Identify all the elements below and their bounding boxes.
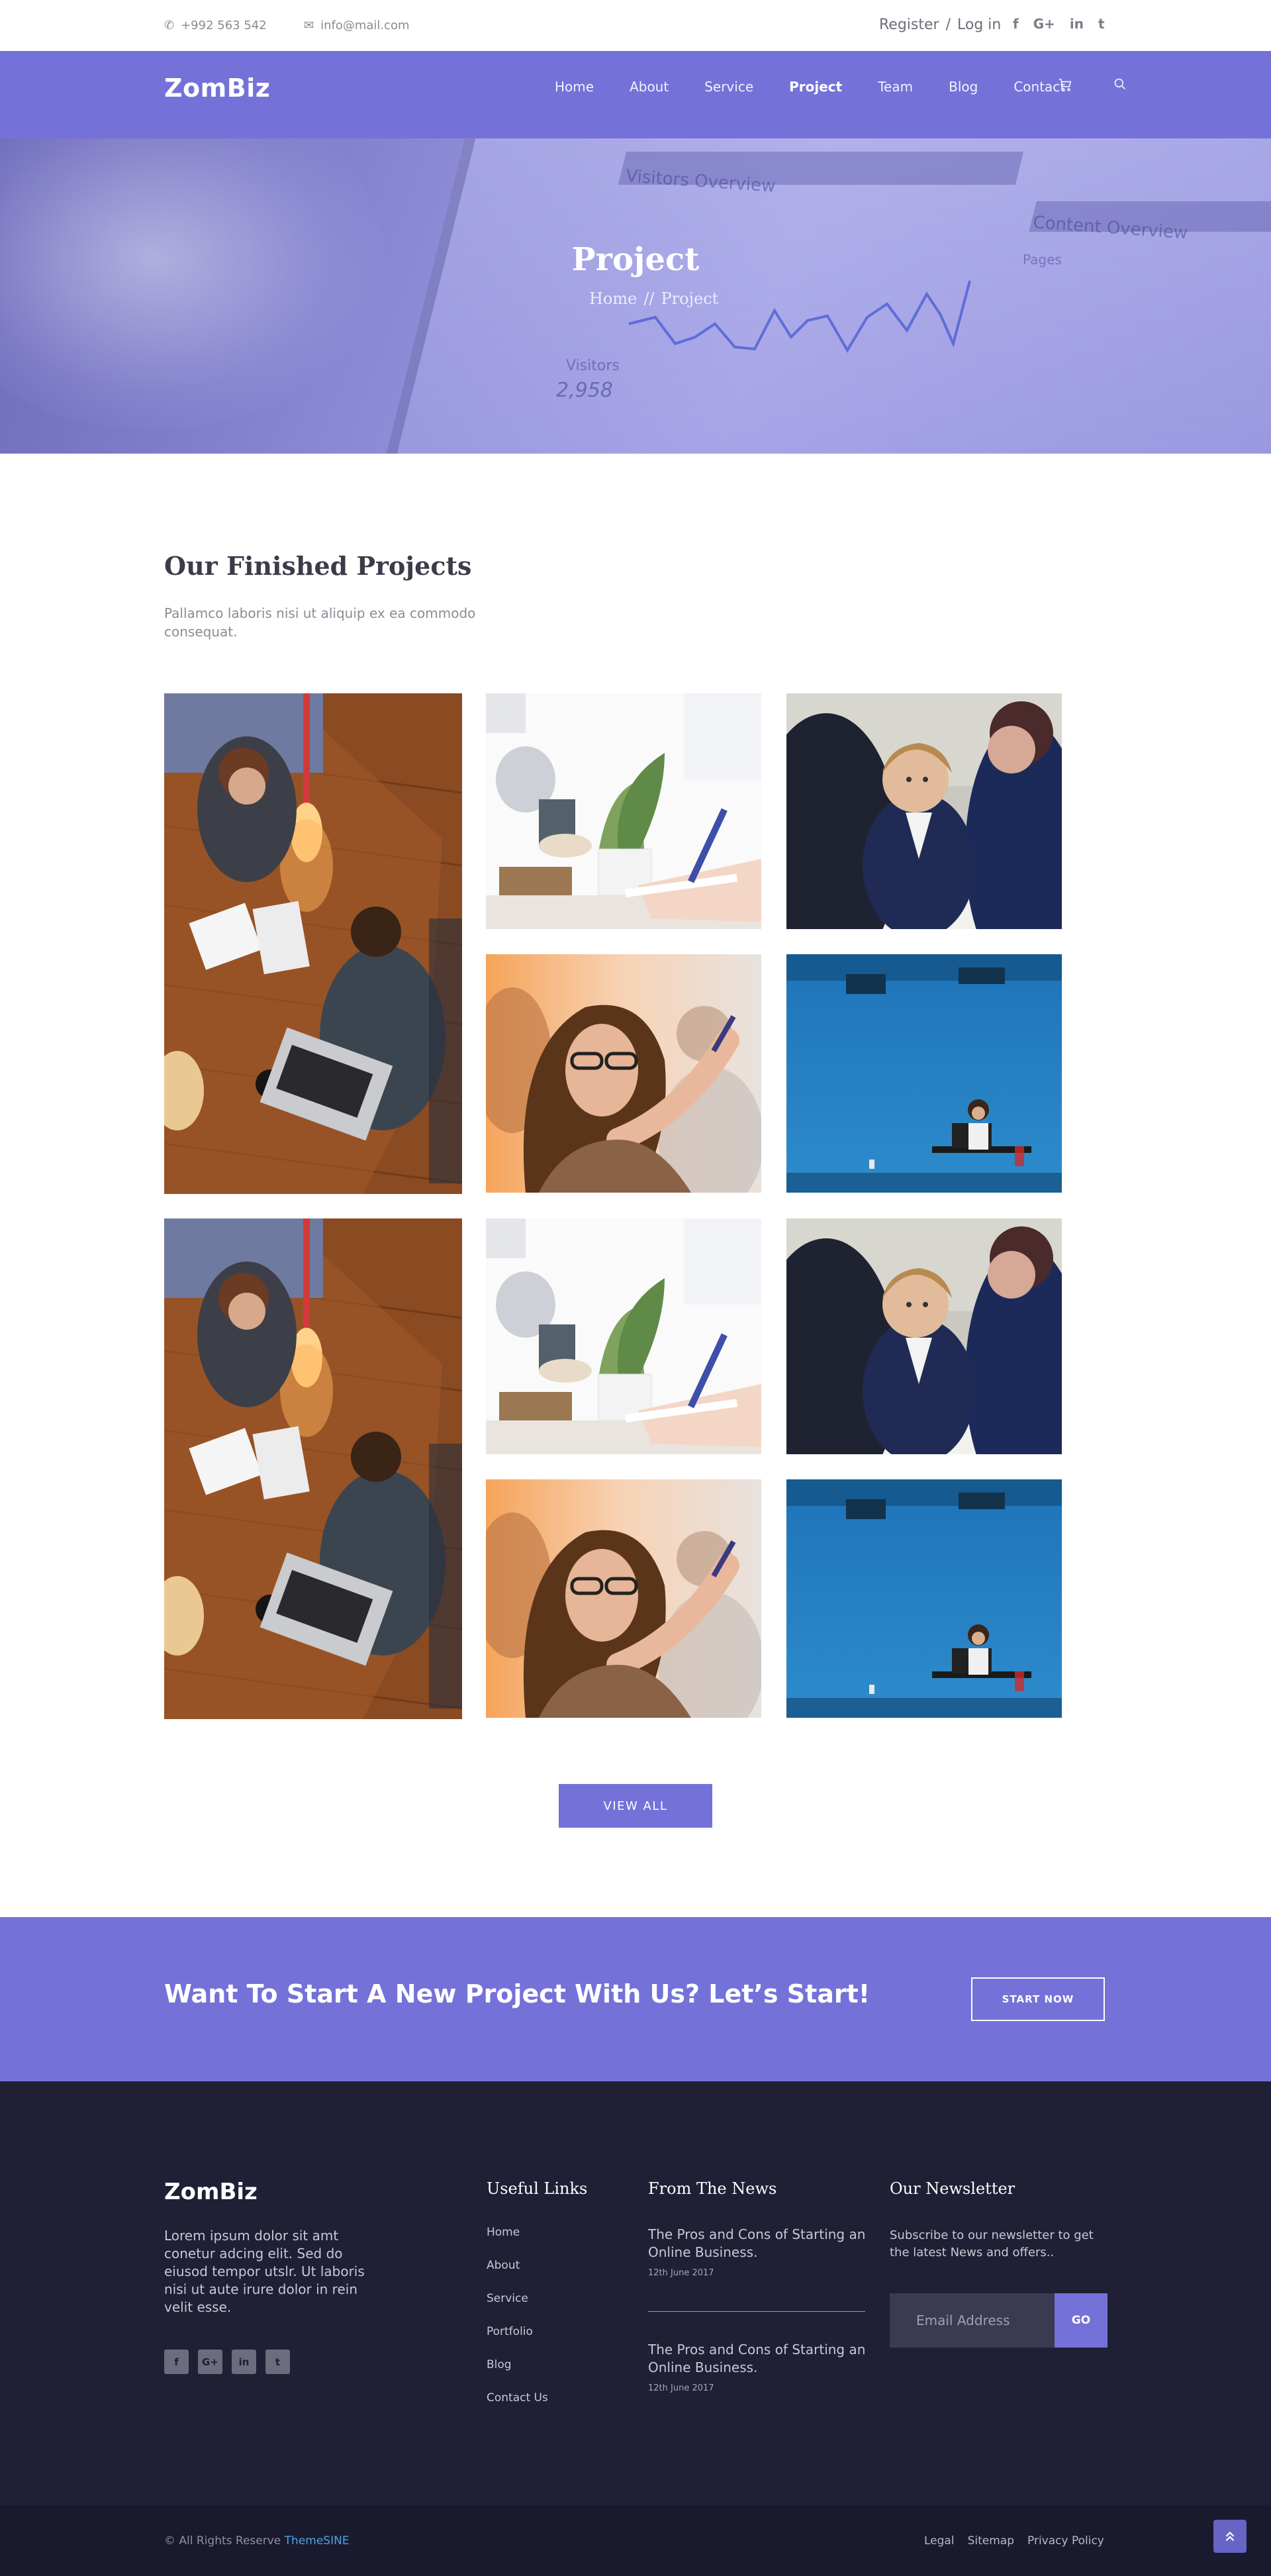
auth-separator: / <box>945 17 951 33</box>
section-subtitle: Pallamco laboris nisi ut aliquip ex ea c… <box>164 605 476 640</box>
double-chevron-up-icon <box>1225 2531 1235 2542</box>
login-link[interactable]: Log in <box>957 17 1001 33</box>
sitemap-link[interactable]: Sitemap <box>968 2534 1014 2548</box>
breadcrumb-separator: // <box>643 289 655 308</box>
footer-social-links: f G+ in t <box>164 2350 290 2374</box>
project-tile-team-meeting-2[interactable] <box>164 1218 462 1719</box>
news-item[interactable]: The Pros and Cons of Starting an Online … <box>648 2341 867 2393</box>
top-social-links: f G+ in t <box>1013 16 1105 32</box>
facebook-icon[interactable]: f <box>1013 16 1019 32</box>
project-tile-woman-presenting-2[interactable] <box>486 1479 761 1718</box>
useful-links-heading: Useful Links <box>487 2179 588 2198</box>
top-bar: ✆ +992 563 542 ✉ info@mail.com Register … <box>0 0 1271 51</box>
phone-contact: ✆ +992 563 542 <box>164 19 267 32</box>
phone-icon: ✆ <box>164 19 175 32</box>
cart-icon[interactable] <box>1058 77 1072 96</box>
register-link[interactable]: Register <box>879 17 939 33</box>
google-plus-icon[interactable]: G+ <box>1033 16 1055 32</box>
scroll-to-top-button[interactable] <box>1213 2520 1247 2553</box>
footer-link-portfolio[interactable]: Portfolio <box>487 2325 548 2340</box>
nav-item-home[interactable]: Home <box>555 79 594 95</box>
envelope-icon: ✉ <box>304 19 314 32</box>
nav-item-blog[interactable]: Blog <box>949 79 978 95</box>
hero-content-overview: Content Overview <box>1033 213 1189 243</box>
newsletter-go-button[interactable]: GO <box>1055 2293 1107 2348</box>
email-address[interactable]: info@mail.com <box>320 19 410 32</box>
copyright-brand-link[interactable]: ThemeSINE <box>285 2534 350 2548</box>
copyright-label: © All Rights Reserve <box>164 2534 281 2548</box>
nav-item-about[interactable]: About <box>630 79 669 95</box>
email-contact[interactable]: ✉ info@mail.com <box>304 19 410 32</box>
cta-banner: Want To Start A New Project With Us? Let… <box>0 1917 1271 2081</box>
project-tile-blue-office[interactable] <box>786 954 1062 1193</box>
news-heading: From The News <box>648 2179 777 2198</box>
linkedin-icon[interactable]: in <box>1070 16 1084 32</box>
legal-link[interactable]: Legal <box>924 2534 955 2548</box>
brand-logo[interactable]: ZomBiz <box>164 74 270 103</box>
twitter-icon[interactable]: t <box>265 2350 290 2374</box>
page-title: Project <box>571 241 700 278</box>
copyright-text: © All Rights Reserve ThemeSINE <box>164 2534 350 2548</box>
useful-links-list: Home About Service Portfolio Blog Contac… <box>487 2226 548 2406</box>
news-divider <box>648 2311 865 2312</box>
google-plus-icon[interactable]: G+ <box>198 2350 222 2374</box>
breadcrumb: Home // Project <box>589 289 718 308</box>
news-title[interactable]: The Pros and Cons of Starting an Online … <box>648 2226 867 2261</box>
page-hero-banner: Visitors Overview Content Overview Visit… <box>0 138 1271 454</box>
footer-link-blog[interactable]: Blog <box>487 2358 548 2373</box>
project-tile-woman-presenting[interactable] <box>486 954 761 1193</box>
auth-links: Register / Log in <box>879 17 1001 33</box>
newsletter-description: Subscribe to our newsletter to get the l… <box>890 2228 1094 2259</box>
newsletter-email-input[interactable] <box>890 2293 1055 2348</box>
news-date: 12th June 2017 <box>648 2268 714 2278</box>
newsletter-heading: Our Newsletter <box>890 2179 1015 2198</box>
footer-link-contact[interactable]: Contact Us <box>487 2391 548 2406</box>
privacy-policy-link[interactable]: Privacy Policy <box>1027 2534 1104 2548</box>
footer-about-text: Lorem ipsum dolor sit amt conetur adcing… <box>164 2228 365 2315</box>
legal-links: Legal Sitemap Privacy Policy <box>924 2534 1104 2548</box>
nav-item-service[interactable]: Service <box>704 79 753 95</box>
footer: ZomBiz Lorem ipsum dolor sit amt conetur… <box>0 2081 1271 2505</box>
cta-heading: Want To Start A New Project With Us? Let… <box>164 1979 871 2008</box>
news-date: 12th June 2017 <box>648 2383 714 2393</box>
linkedin-icon[interactable]: in <box>232 2350 256 2374</box>
bottom-bar: © All Rights Reserve ThemeSINE Legal Sit… <box>0 2505 1271 2576</box>
twitter-icon[interactable]: t <box>1098 16 1105 32</box>
phone-number: +992 563 542 <box>181 19 267 32</box>
project-tile-team-meeting[interactable] <box>164 693 462 1194</box>
main-navbar: ZomBiz Home About Service Project Team B… <box>0 51 1271 138</box>
footer-link-about[interactable]: About <box>487 2259 548 2273</box>
search-icon[interactable] <box>1113 77 1127 96</box>
hero-visitors-label: Visitors <box>566 358 620 374</box>
project-tile-blue-office-2[interactable] <box>786 1479 1062 1718</box>
project-tile-business-women[interactable] <box>786 693 1062 929</box>
footer-link-service[interactable]: Service <box>487 2292 548 2306</box>
view-all-button[interactable]: VIEW ALL <box>559 1784 712 1828</box>
project-tile-business-women-2[interactable] <box>786 1218 1062 1454</box>
section-title: Our Finished Projects <box>164 551 472 581</box>
footer-brand-logo[interactable]: ZomBiz <box>164 2179 258 2205</box>
breadcrumb-current: Project <box>661 289 719 308</box>
facebook-icon[interactable]: f <box>164 2350 189 2374</box>
hero-visitors-value: 2,958 <box>556 379 613 402</box>
breadcrumb-home[interactable]: Home <box>589 289 637 308</box>
nav-item-team[interactable]: Team <box>878 79 913 95</box>
footer-link-home[interactable]: Home <box>487 2226 548 2240</box>
start-now-button[interactable]: START NOW <box>971 1977 1105 2021</box>
hero-visitors-overview: Visitors Overview <box>626 166 777 197</box>
nav-icons <box>1058 77 1127 96</box>
nav-menu: Home About Service Project Team Blog Con… <box>555 79 1101 95</box>
nav-item-project[interactable]: Project <box>789 79 842 95</box>
project-tile-desk-writing[interactable] <box>486 693 761 929</box>
project-tile-desk-writing-2[interactable] <box>486 1218 761 1454</box>
news-item[interactable]: The Pros and Cons of Starting an Online … <box>648 2226 867 2278</box>
news-title[interactable]: The Pros and Cons of Starting an Online … <box>648 2341 867 2377</box>
